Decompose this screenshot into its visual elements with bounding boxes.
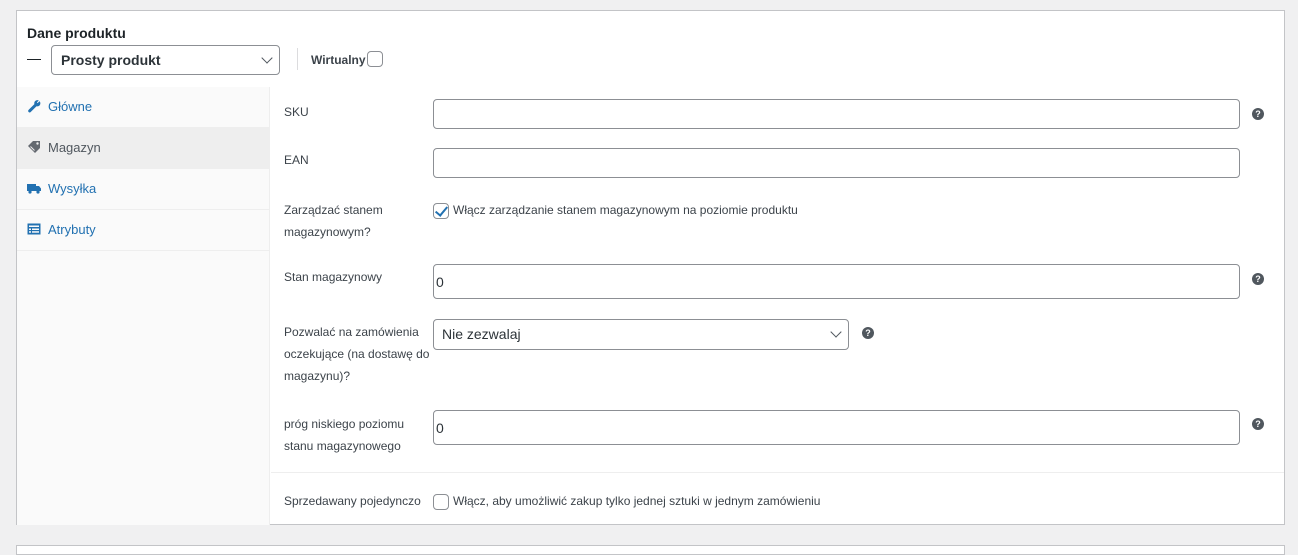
virtual-label: Wirtualny xyxy=(311,53,366,67)
chevron-down-icon xyxy=(261,52,273,64)
label-line: Pozwalać na zamówienia xyxy=(284,325,419,339)
sku-input[interactable] xyxy=(433,99,1240,129)
label-line: stanu magazynowego xyxy=(284,439,401,453)
backorders-label: Pozwalać na zamówienia oczekujące (na do… xyxy=(284,321,429,387)
truck-icon xyxy=(27,184,41,194)
sold-individually-label: Sprzedawany pojedynczo xyxy=(284,494,421,508)
tab-label: Główne xyxy=(48,99,93,114)
stock-qty-input[interactable] xyxy=(433,264,1240,299)
low-stock-label: próg niskiego poziomu stanu magazynowego xyxy=(284,413,404,457)
tab-label: Wysyłka xyxy=(48,181,97,196)
backorders-value: Nie zezwalaj xyxy=(442,326,521,342)
stock-qty-label: Stan magazynowy xyxy=(284,270,383,284)
wrench-icon xyxy=(28,100,41,113)
divider xyxy=(271,472,1284,473)
help-icon[interactable]: ? xyxy=(1252,108,1264,120)
low-stock-input[interactable] xyxy=(433,410,1240,445)
next-panel xyxy=(16,545,1285,555)
panel-title: Dane produktu xyxy=(27,25,126,41)
tab-attributes[interactable]: Atrybuty xyxy=(17,210,269,251)
manage-stock-checkbox-label[interactable]: Włącz zarządzanie stanem magazynowym na … xyxy=(453,203,798,217)
label-line: magazynowym? xyxy=(284,225,371,239)
help-icon[interactable]: ? xyxy=(1252,418,1264,430)
tab-label: Atrybuty xyxy=(48,222,96,237)
product-type-select[interactable]: Prosty produkt xyxy=(51,45,280,75)
divider xyxy=(297,48,298,70)
tab-inventory[interactable]: Magazyn xyxy=(17,128,269,169)
product-data-panel: Dane produktu Prosty produkt Wirtualny G… xyxy=(16,10,1285,525)
label-line: magazynu)? xyxy=(284,369,351,383)
sku-label: SKU xyxy=(284,105,309,119)
manage-stock-checkbox[interactable] xyxy=(433,203,449,219)
label-line: próg niskiego poziomu xyxy=(284,417,405,431)
product-tabs: Główne Magazyn Wysyłka Atrybuty xyxy=(17,87,270,525)
chevron-down-icon xyxy=(830,326,842,338)
collapse-toggle[interactable] xyxy=(27,59,41,60)
sold-individually-checkbox-label[interactable]: Włącz, aby umożliwić zakup tylko jednej … xyxy=(453,494,820,508)
tab-shipping[interactable]: Wysyłka xyxy=(17,169,269,210)
manage-stock-label: Zarządzać stanem magazynowym? xyxy=(284,199,383,243)
product-type-value: Prosty produkt xyxy=(61,52,161,68)
help-icon[interactable]: ? xyxy=(1252,273,1264,285)
tab-label: Magazyn xyxy=(48,140,101,155)
ean-input[interactable] xyxy=(433,148,1240,178)
label-line: Zarządzać stanem xyxy=(284,203,383,217)
label-line: oczekujące (na dostawę do xyxy=(284,347,430,361)
sold-individually-checkbox[interactable] xyxy=(433,494,449,510)
list-icon xyxy=(27,223,41,235)
tag-icon xyxy=(28,141,40,153)
virtual-checkbox[interactable] xyxy=(367,51,383,67)
tab-general[interactable]: Główne xyxy=(17,87,269,128)
backorders-select[interactable]: Nie zezwalaj xyxy=(433,319,849,350)
help-icon[interactable]: ? xyxy=(862,327,874,339)
ean-label: EAN xyxy=(284,153,309,167)
